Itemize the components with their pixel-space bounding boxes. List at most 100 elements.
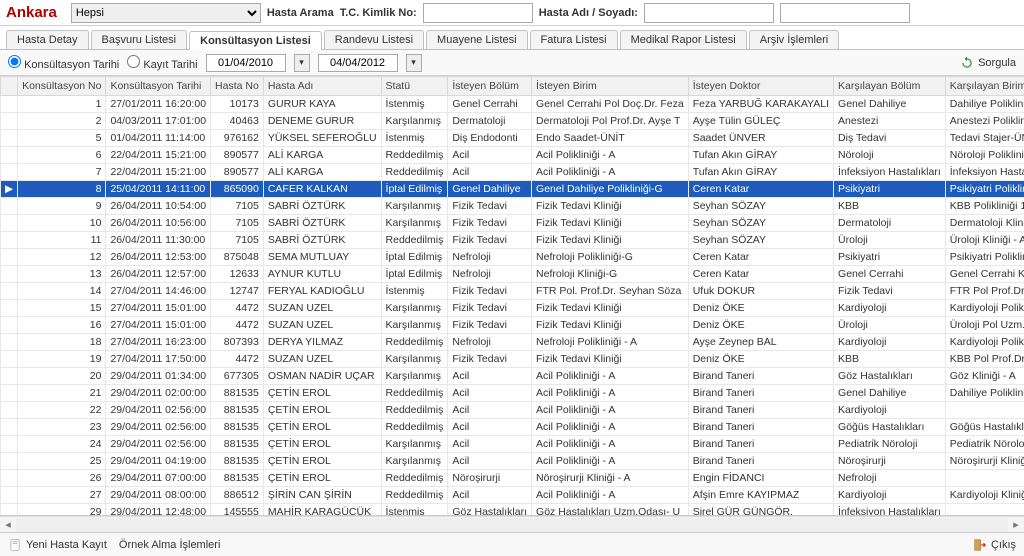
table-row[interactable]: 1326/04/2011 12:57:0012633AYNUR KUTLUİpt… [1, 266, 1024, 283]
tab-fatura-listesi[interactable]: Fatura Listesi [530, 30, 618, 49]
table-row[interactable]: 1427/04/2011 14:46:0012747FERYAL KADIOĞL… [1, 283, 1024, 300]
col-header[interactable]: Karşılayan Bölüm [834, 77, 946, 96]
col-header[interactable]: Statü [381, 77, 448, 96]
cikis-button[interactable]: Çıkış [973, 538, 1016, 552]
table-row[interactable]: 2029/04/2011 01:34:00677305OSMAN NADİR U… [1, 368, 1024, 385]
row-marker [1, 249, 18, 266]
results-grid[interactable]: Konsültasyon NoKonsültasyon TarihiHasta … [0, 76, 1024, 516]
grid-container[interactable]: Konsültasyon NoKonsültasyon TarihiHasta … [0, 76, 1024, 516]
table-row[interactable]: 722/04/2011 15:21:00890577ALİ KARGARedde… [1, 164, 1024, 181]
scroll-track[interactable] [16, 518, 1008, 532]
col-header[interactable]: İsteyen Birim [532, 77, 689, 96]
filter-dropdown[interactable]: Hepsi [71, 3, 261, 23]
cell: 29/04/2011 02:56:00 [106, 436, 211, 453]
cell: Göğüs Hastalıkları [834, 419, 946, 436]
row-marker [1, 232, 18, 249]
row-marker [1, 334, 18, 351]
radio-kayit-tarihi[interactable]: Kayıt Tarihi [127, 55, 197, 71]
table-row[interactable]: 1226/04/2011 12:53:00875048SEMA MUTLUAYİ… [1, 249, 1024, 266]
horizontal-scrollbar[interactable]: ◂ ▸ [0, 516, 1024, 532]
cell: Nefroloji [448, 249, 532, 266]
cell: Nöroşirurji Kliniği - A [532, 470, 689, 487]
row-marker [1, 453, 18, 470]
cell: 26/04/2011 10:54:00 [106, 198, 211, 215]
table-row[interactable]: 926/04/2011 10:54:007105SABRİ ÖZTÜRKKarş… [1, 198, 1024, 215]
tab-randevu-listesi[interactable]: Randevu Listesi [324, 30, 424, 49]
table-row[interactable]: 1126/04/2011 11:30:007105SABRİ ÖZTÜRKRed… [1, 232, 1024, 249]
scroll-right-icon[interactable]: ▸ [1008, 518, 1024, 531]
col-header[interactable]: Hasta No [211, 77, 264, 96]
col-header[interactable]: Karşılayan Birim [945, 77, 1024, 96]
table-row[interactable]: 2529/04/2011 04:19:00881535ÇETİN EROLKar… [1, 453, 1024, 470]
table-row[interactable]: 2729/04/2011 08:00:00886512ŞİRİN CAN ŞİR… [1, 487, 1024, 504]
cell: Göz Hastalıkları Uzm.Odası- U [532, 504, 689, 517]
tab-muayene-listesi[interactable]: Muayene Listesi [426, 30, 528, 49]
cell: 40463 [211, 113, 264, 130]
tab-hasta-detay[interactable]: Hasta Detay [6, 30, 89, 49]
ornek-alma-button[interactable]: Örnek Alma İşlemleri [119, 539, 220, 551]
table-row[interactable]: 1827/04/2011 16:23:00807393DERYA YILMAZR… [1, 334, 1024, 351]
table-row[interactable]: 2629/04/2011 07:00:00881535ÇETİN EROLRed… [1, 470, 1024, 487]
col-header[interactable]: İsteyen Doktor [688, 77, 833, 96]
cell: Seyhan SÖZAY [688, 232, 833, 249]
cell: Genel Dahiliye [448, 181, 532, 198]
tab-başvuru-listesi[interactable]: Başvuru Listesi [91, 30, 188, 49]
table-row[interactable]: 622/04/2011 15:21:00890577ALİ KARGARedde… [1, 147, 1024, 164]
cell: Dermatoloji [834, 215, 946, 232]
col-header[interactable]: Konsültasyon Tarihi [106, 77, 211, 96]
cell: Kardiyoloji [834, 402, 946, 419]
table-row[interactable]: 1527/04/2011 15:01:004472SUZAN UZELKarşı… [1, 300, 1024, 317]
table-row[interactable]: 2329/04/2011 02:56:00881535ÇETİN EROLRed… [1, 419, 1024, 436]
cell: Acil Polikliniği - A [532, 419, 689, 436]
table-row[interactable]: 127/01/2011 16:20:0010173GURUR KAYAİsten… [1, 96, 1024, 113]
cell: Fizik Tedavi [448, 351, 532, 368]
table-row[interactable]: 2429/04/2011 02:56:00881535ÇETİN EROLKar… [1, 436, 1024, 453]
radio-konsultasyon-tarihi[interactable]: Konsültasyon Tarihi [8, 55, 119, 71]
date-from[interactable] [206, 54, 286, 72]
date-to-picker-icon[interactable]: ▾ [406, 54, 422, 72]
col-header[interactable]: Hasta Adı [263, 77, 381, 96]
col-header[interactable]: Konsültasyon No [18, 77, 106, 96]
table-row[interactable]: 501/04/2011 11:14:00976162YÜKSEL SEFEROĞ… [1, 130, 1024, 147]
col-header[interactable] [1, 77, 18, 96]
col-header[interactable]: İsteyen Bölüm [448, 77, 532, 96]
table-row[interactable]: 2129/04/2011 02:00:00881535ÇETİN EROLRed… [1, 385, 1024, 402]
tab-konsültasyon-listesi[interactable]: Konsültasyon Listesi [189, 31, 322, 50]
table-row[interactable]: 1627/04/2011 15:01:004472SUZAN UZELKarşı… [1, 317, 1024, 334]
table-row[interactable]: 2929/04/2011 12:48:00145555MAHİR KARAGÜC… [1, 504, 1024, 517]
tab-medikal-rapor-listesi[interactable]: Medikal Rapor Listesi [620, 30, 747, 49]
cell: 29/04/2011 08:00:00 [106, 487, 211, 504]
table-row[interactable]: 2229/04/2011 02:56:00881535ÇETİN EROLRed… [1, 402, 1024, 419]
tc-input[interactable] [423, 3, 533, 23]
table-row[interactable]: 204/03/2011 17:01:0040463DENEME GURURKar… [1, 113, 1024, 130]
yeni-hasta-button[interactable]: Yeni Hasta Kayıt [8, 538, 107, 552]
row-marker [1, 487, 18, 504]
cell: Göz Hastalıkları [834, 368, 946, 385]
cell: Kardiyoloji Polikliniği 2- A [945, 334, 1024, 351]
tab-arşiv-i̇şlemleri[interactable]: Arşiv İşlemleri [749, 30, 839, 49]
table-row[interactable]: ▶825/04/2011 14:11:00865090CAFER KALKANİ… [1, 181, 1024, 198]
sorgula-button[interactable]: Sorgula [960, 56, 1016, 70]
cell: YÜKSEL SEFEROĞLU [263, 130, 381, 147]
cell: Fizik Tedavi [448, 198, 532, 215]
cell: 807393 [211, 334, 264, 351]
date-from-picker-icon[interactable]: ▾ [294, 54, 310, 72]
cell: Genel Dahiliye Polikliniği-G [532, 181, 689, 198]
cell: Tufan Akın GİRAY [688, 147, 833, 164]
cell: Acil Polikliniği - A [532, 385, 689, 402]
date-to[interactable] [318, 54, 398, 72]
cell: Kardiyoloji [834, 334, 946, 351]
cell: Fizik Tedavi [834, 283, 946, 300]
cell: 29/04/2011 02:56:00 [106, 402, 211, 419]
cell: 29/04/2011 12:48:00 [106, 504, 211, 517]
cell: Diş Endodonti [448, 130, 532, 147]
table-row[interactable]: 1026/04/2011 10:56:007105SABRİ ÖZTÜRKKar… [1, 215, 1024, 232]
extra-input[interactable] [780, 3, 910, 23]
cell: Psikiyatri [834, 249, 946, 266]
table-row[interactable]: 1927/04/2011 17:50:004472SUZAN UZELKarşı… [1, 351, 1024, 368]
cell: Nefroloji [834, 470, 946, 487]
scroll-left-icon[interactable]: ◂ [0, 518, 16, 531]
cell [945, 470, 1024, 487]
cell: 13 [18, 266, 106, 283]
ad-input[interactable] [644, 3, 774, 23]
